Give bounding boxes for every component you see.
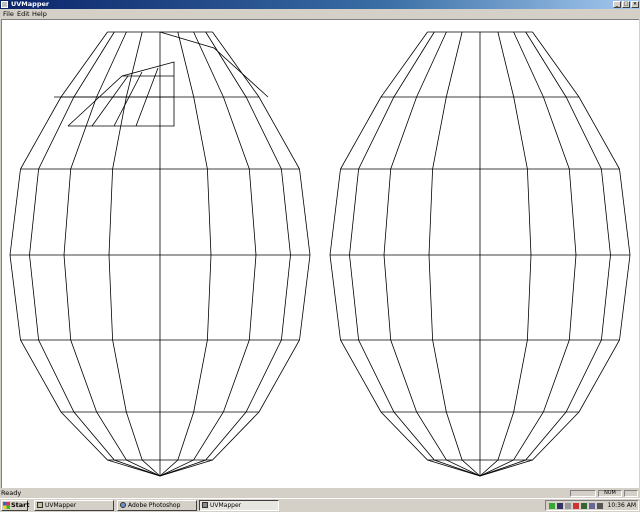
windows-logo-icon	[3, 502, 10, 509]
menu-bar: File Edit Help	[0, 9, 640, 19]
tray-icon[interactable]	[597, 503, 603, 509]
task-label: UVMapper	[45, 502, 77, 509]
uv-wireframe[interactable]	[2, 20, 638, 487]
system-tray: 10:36 AM	[545, 500, 639, 511]
left-mesh-meridian-line[interactable]	[159, 31, 291, 477]
maximize-icon: □	[623, 1, 629, 7]
window-controls: _ □ ×	[613, 1, 639, 8]
status-bar: Ready NUM	[0, 489, 640, 498]
tray-icon[interactable]	[549, 503, 555, 509]
title-bar[interactable]: UVMapper _ □ ×	[0, 0, 640, 9]
tray-icon[interactable]	[557, 503, 563, 509]
right-mesh-meridian-line[interactable]	[349, 31, 481, 477]
uv-canvas[interactable]	[1, 19, 639, 488]
right-mesh-meridian-line[interactable]	[479, 31, 577, 477]
close-button[interactable]: ×	[631, 1, 639, 8]
taskbar-button-photoshop[interactable]: Adobe Photoshop	[117, 500, 197, 511]
tray-icon[interactable]	[581, 503, 587, 509]
task-label: UVMapper	[210, 502, 242, 509]
left-mesh-meridian-line[interactable]	[29, 31, 161, 477]
right-mesh-meridian-line[interactable]	[479, 31, 631, 477]
status-pane	[570, 490, 596, 497]
uvmapper-icon	[37, 502, 43, 508]
left-mesh-meridian-line[interactable]	[159, 31, 311, 477]
left-mesh-flap-edge[interactable]	[113, 71, 143, 127]
taskbar-button-uvmapper-active[interactable]: UVMapper	[199, 500, 279, 511]
tray-icon[interactable]	[573, 503, 579, 509]
minimize-icon: _	[615, 1, 619, 7]
tray-icon[interactable]	[589, 503, 595, 509]
start-label: Start	[11, 501, 30, 509]
left-mesh-meridian-line[interactable]	[9, 31, 161, 477]
taskbar-button-uvmapper[interactable]: UVMapper	[34, 500, 114, 511]
left-mesh-flap-edge[interactable]	[67, 61, 175, 127]
left-mesh-meridian-line[interactable]	[108, 31, 161, 477]
uvmapper-icon	[202, 502, 208, 508]
tray-icon[interactable]	[565, 503, 571, 509]
task-label: Adobe Photoshop	[128, 502, 181, 509]
right-mesh-meridian-line[interactable]	[383, 31, 481, 477]
right-mesh-meridian-line[interactable]	[479, 31, 532, 477]
maximize-button[interactable]: □	[622, 1, 630, 8]
status-pane-2	[624, 490, 638, 497]
minimize-button[interactable]: _	[613, 1, 621, 8]
num-lock-indicator: NUM	[598, 490, 622, 497]
right-mesh-meridian-line[interactable]	[329, 31, 481, 477]
menu-edit[interactable]: Edit	[17, 9, 30, 19]
close-icon: ×	[632, 1, 638, 7]
clock: 10:36 AM	[607, 502, 636, 509]
menu-file[interactable]: File	[3, 9, 14, 19]
window-title: UVMapper	[11, 0, 50, 8]
photoshop-icon	[120, 502, 126, 508]
right-mesh-meridian-line[interactable]	[479, 31, 611, 477]
start-button[interactable]: Start	[1, 500, 30, 511]
right-mesh-meridian-line[interactable]	[428, 31, 481, 477]
menu-help[interactable]: Help	[32, 9, 47, 19]
app-icon[interactable]	[1, 1, 8, 8]
status-text: Ready	[1, 489, 22, 497]
left-mesh-meridian-line[interactable]	[159, 31, 212, 477]
taskbar: Start UVMapper Adobe Photoshop UVMapper …	[0, 498, 640, 512]
